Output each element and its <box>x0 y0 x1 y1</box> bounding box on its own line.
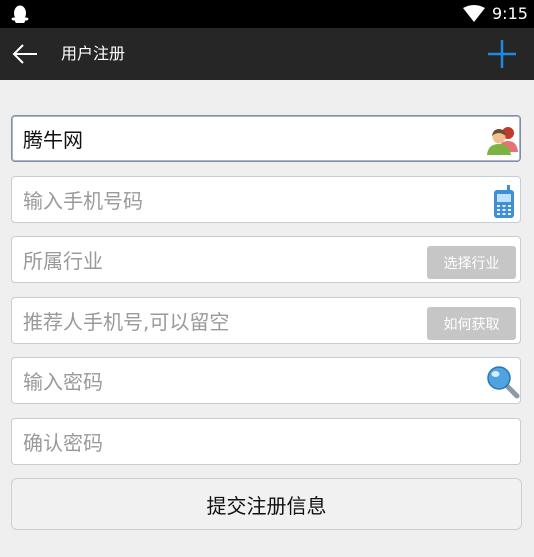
select-industry-button[interactable]: 选择行业 <box>427 246 516 279</box>
phone-field[interactable]: 输入手机号码 <box>11 176 521 223</box>
username-field[interactable]: 腾牛网 <box>11 115 521 162</box>
password-field[interactable]: 输入密码 <box>11 357 521 404</box>
wifi-icon <box>463 5 485 22</box>
username-value: 腾牛网 <box>23 128 83 152</box>
status-time: 9:15 <box>492 4 528 23</box>
confirm-password-placeholder: 确认密码 <box>23 431 103 455</box>
referrer-phone-field[interactable]: 推荐人手机号,可以留空 如何获取 <box>11 297 521 344</box>
plus-icon[interactable] <box>486 38 518 70</box>
confirm-password-field[interactable]: 确认密码 <box>11 418 521 465</box>
submit-registration-button[interactable]: 提交注册信息 <box>11 478 522 530</box>
back-arrow-icon[interactable] <box>10 40 40 68</box>
industry-field[interactable]: 所属行业 选择行业 <box>11 236 521 283</box>
referrer-placeholder: 推荐人手机号,可以留空 <box>23 310 230 334</box>
how-to-get-button[interactable]: 如何获取 <box>427 307 516 340</box>
user-avatar-icon <box>487 127 518 155</box>
mobile-phone-icon <box>494 185 514 218</box>
industry-placeholder: 所属行业 <box>23 249 103 273</box>
page-title: 用户注册 <box>61 44 126 63</box>
qq-penguin-icon <box>11 5 29 23</box>
status-bar: 9:15 <box>0 0 534 28</box>
action-bar: 用户注册 <box>0 28 534 80</box>
phone-placeholder: 输入手机号码 <box>23 189 143 213</box>
password-placeholder: 输入密码 <box>23 370 103 394</box>
key-search-icon <box>487 366 520 399</box>
